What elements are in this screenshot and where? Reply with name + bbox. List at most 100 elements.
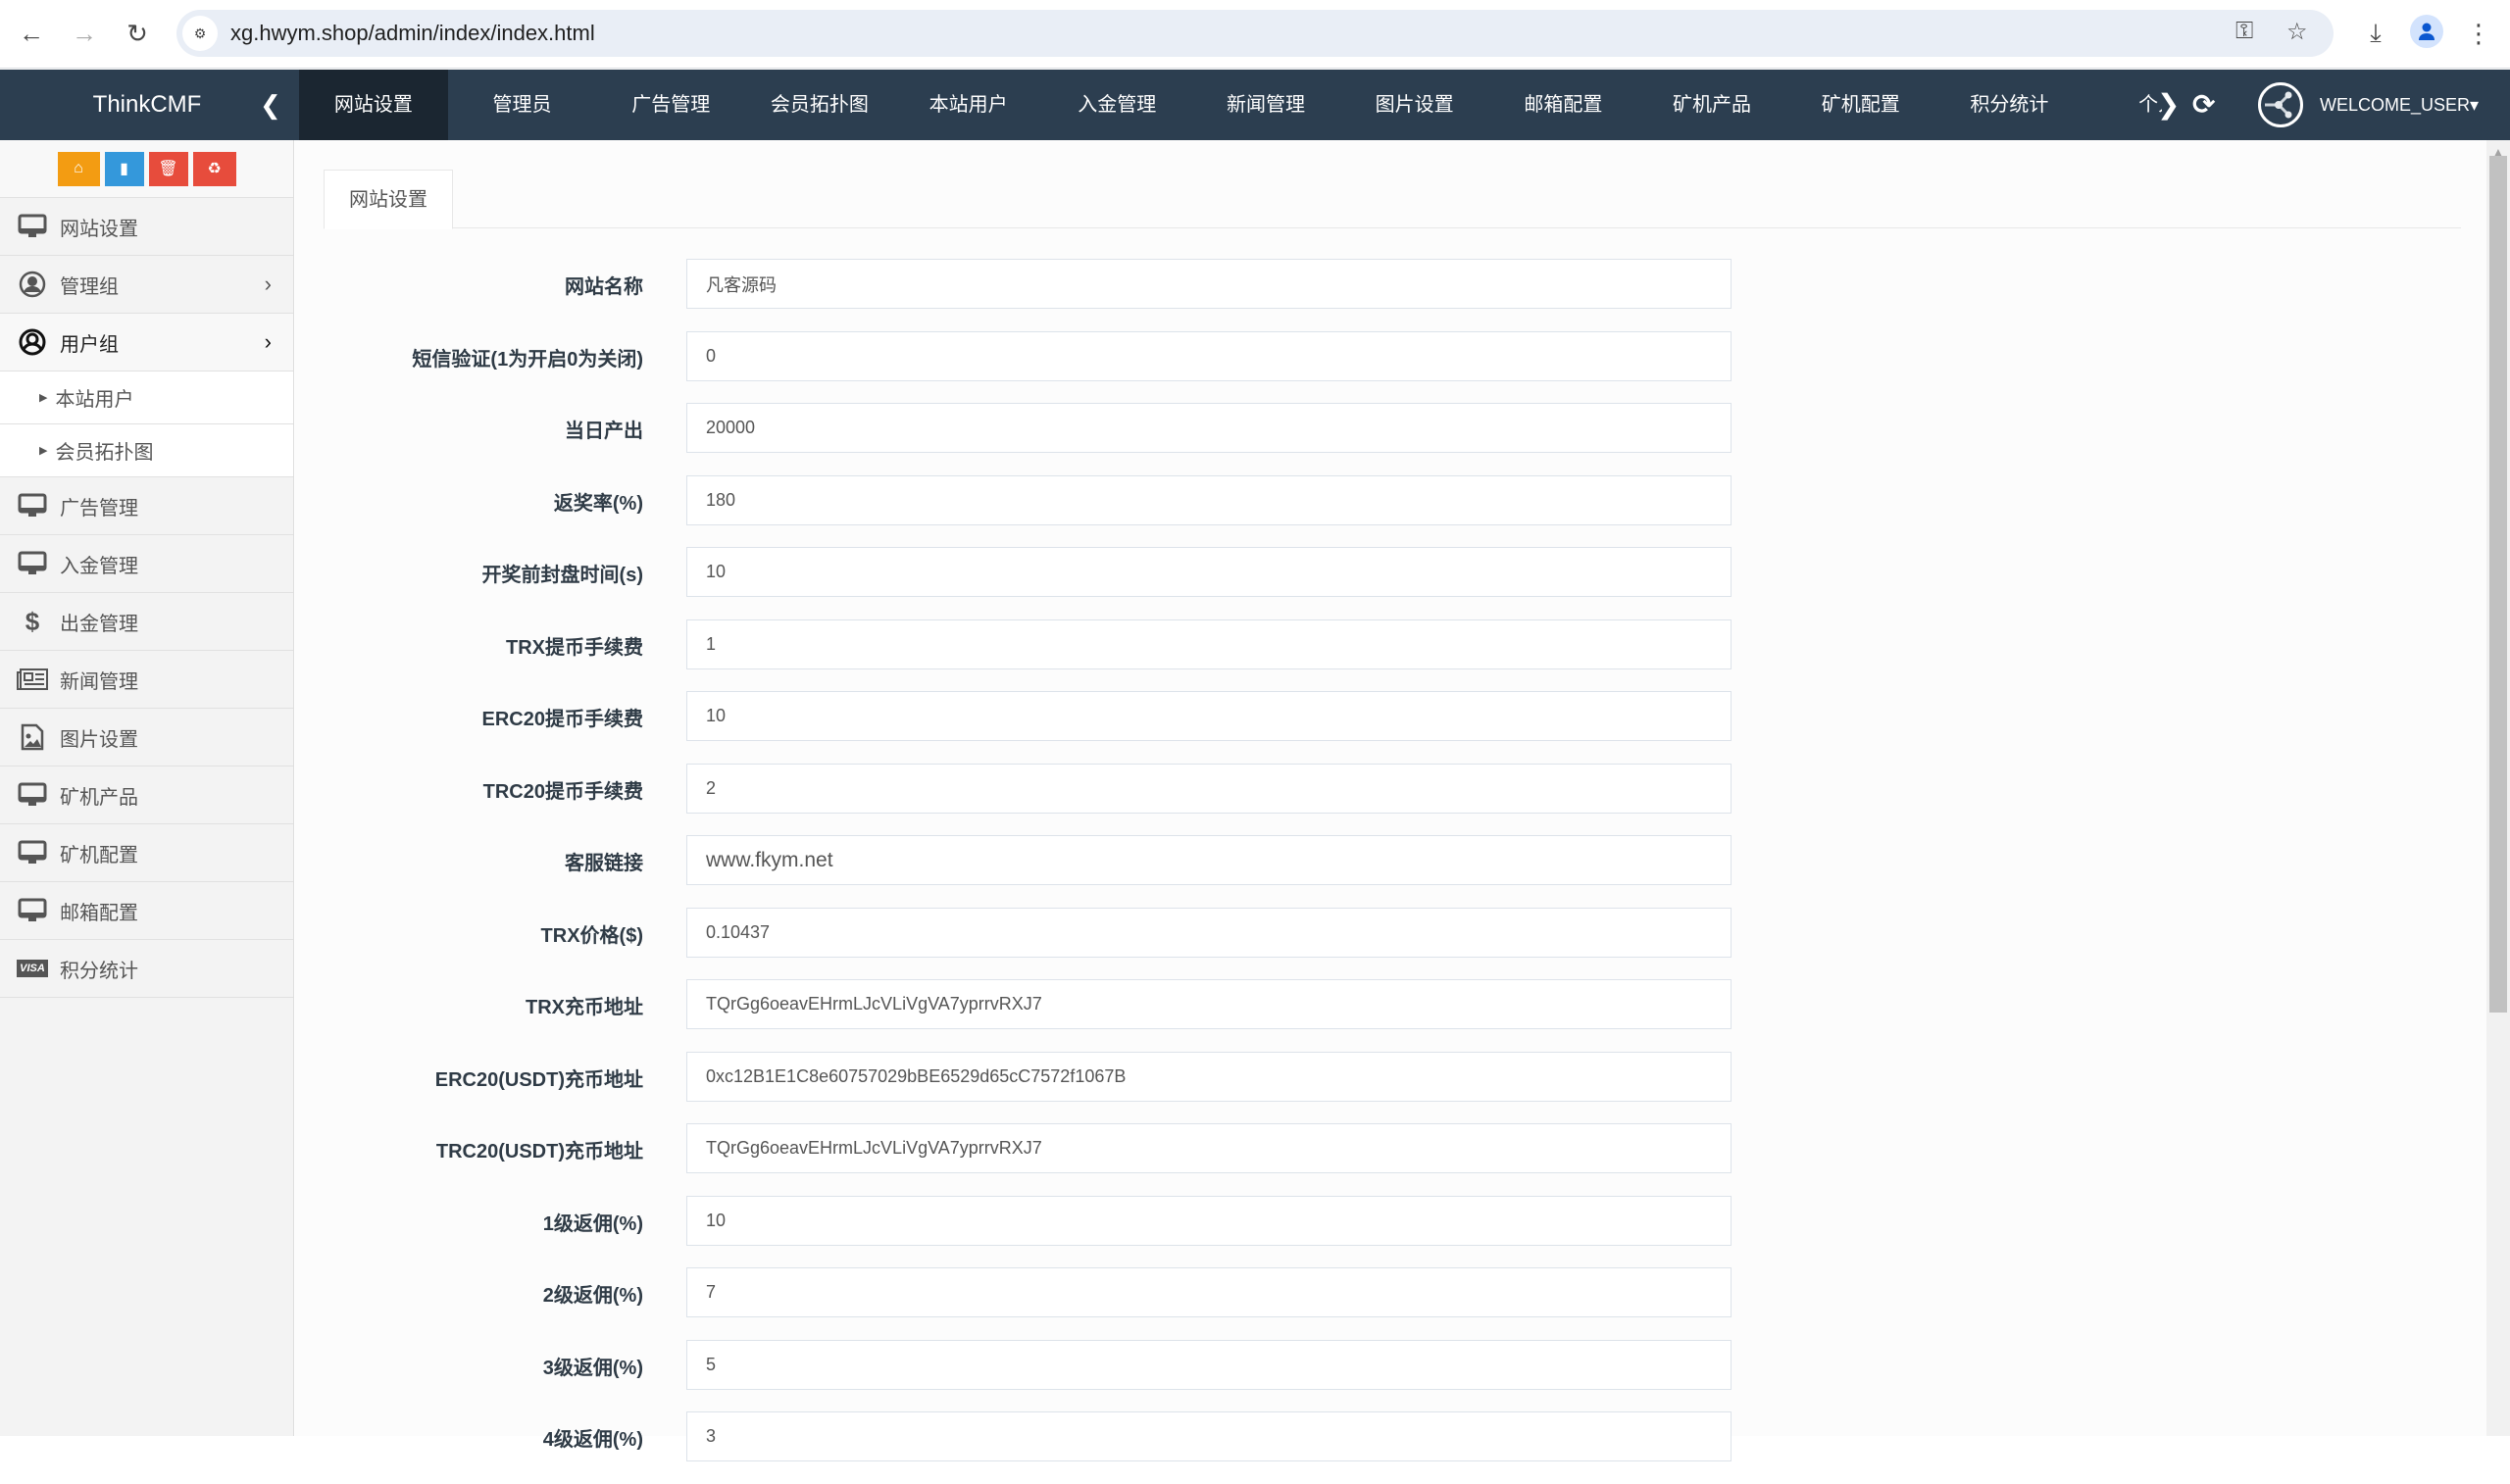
user-menu[interactable]: WELCOME_USER▾ xyxy=(2320,70,2479,140)
reload-icon: ↻ xyxy=(126,18,148,48)
bookmark-star-icon[interactable]: ☆ xyxy=(2286,18,2308,46)
sidebar-subitem[interactable]: ▶ 本站用户 xyxy=(0,371,293,424)
field-input[interactable] xyxy=(686,691,1732,741)
sidebar-subitem[interactable]: ▶ 会员拓扑图 xyxy=(0,424,293,477)
sidebar-item-label: 出金管理 xyxy=(60,613,138,635)
sidebar-item[interactable]: 新闻管理 xyxy=(0,651,293,709)
field-label: 网站名称 xyxy=(565,276,643,298)
sidebar-item[interactable]: 入金管理 xyxy=(0,535,293,593)
content-tabs: 网站设置 xyxy=(324,170,2461,229)
field-label: 4级返佣(%) xyxy=(542,1429,643,1451)
back-button[interactable]: ← xyxy=(12,14,51,53)
main-content: 网站设置 网站名称短信验证(1为开启0为关闭) 当日产出返奖率(%) 开奖前封盘时间… xyxy=(295,140,2486,1461)
sidebar-item[interactable]: 用户组 › xyxy=(0,314,293,371)
sidebar-item-label: 矿机产品 xyxy=(60,786,138,809)
share-network-icon xyxy=(2265,91,2292,119)
field-input[interactable] xyxy=(686,547,1732,597)
field-input[interactable] xyxy=(686,1267,1732,1317)
profile-avatar[interactable] xyxy=(2410,15,2443,48)
field-label: TRX价格($) xyxy=(540,924,643,947)
nav-tab[interactable]: 矿机产品 xyxy=(1637,70,1786,140)
nav-tab[interactable]: 广告管理 xyxy=(596,70,745,140)
field-label: 3级返佣(%) xyxy=(542,1357,643,1379)
url-text[interactable]: xg.hwym.shop/admin/index/index.html xyxy=(230,21,595,46)
field-input[interactable] xyxy=(686,474,1732,525)
sidebar-item[interactable]: 矿机配置 xyxy=(0,824,293,882)
nav-tab[interactable]: 入金管理 xyxy=(1042,70,1191,140)
home-icon: ⌂ xyxy=(74,160,83,176)
file-icon: ▮ xyxy=(120,161,128,177)
field-input[interactable] xyxy=(686,618,1732,669)
field-input[interactable] xyxy=(686,1339,1732,1390)
monitor-icon xyxy=(17,493,48,519)
field-label: 当日产出 xyxy=(565,420,643,442)
nav-tab[interactable]: 矿机配置 xyxy=(1786,70,1935,140)
sidebar-item-label: 入金管理 xyxy=(60,555,138,577)
download-icon[interactable]: ⤓ xyxy=(2356,14,2395,53)
visa-card-icon: VISA xyxy=(17,960,48,977)
person-icon xyxy=(2419,23,2435,40)
field-input[interactable] xyxy=(686,1123,1732,1173)
nav-tab[interactable]: 管理员 xyxy=(448,70,597,140)
field-input[interactable] xyxy=(686,330,1732,381)
field-input[interactable] xyxy=(686,1195,1732,1246)
sidebar-item[interactable]: $ 出金管理 xyxy=(0,593,293,651)
new-file-button[interactable]: ▮ xyxy=(104,151,144,186)
browser-menu-icon[interactable]: ⋮ xyxy=(2459,14,2498,53)
recycle-button[interactable]: ♻ xyxy=(192,151,236,186)
home-button[interactable]: ⌂ xyxy=(57,151,100,186)
nav-tab[interactable]: 邮箱配置 xyxy=(1489,70,1638,140)
field-input[interactable] xyxy=(686,259,1732,309)
top-navbar: ThinkCMF ❮ 网站设置 管理员 广告管理 会员拓扑图 本站用户 入金管理 新闻管理图… xyxy=(0,70,2510,140)
page-scrollbar[interactable]: ▲ xyxy=(2486,140,2510,1436)
reload-button[interactable]: ↻ xyxy=(118,14,157,53)
nav-tab[interactable]: 个人 xyxy=(2083,70,2162,140)
address-bar[interactable]: ⚙ xg.hwym.shop/admin/index/index.html ⚿ … xyxy=(176,10,2334,57)
sidebar-item[interactable]: 网站设置 xyxy=(0,198,293,256)
monitor-icon xyxy=(17,551,48,576)
field-input[interactable] xyxy=(686,1411,1732,1461)
nav-tab[interactable]: 积分统计 xyxy=(1935,70,2084,140)
sidebar-item[interactable]: VISA 积分统计 xyxy=(0,940,293,998)
nav-tab[interactable]: 本站用户 xyxy=(894,70,1043,140)
field-input[interactable] xyxy=(686,403,1732,453)
field-input[interactable] xyxy=(686,907,1732,958)
app-logo[interactable]: ThinkCMF xyxy=(0,70,294,140)
chevron-right-icon: › xyxy=(264,329,272,354)
refresh-icon[interactable]: ⟳ xyxy=(2192,70,2215,140)
sidebar-collapse-icon[interactable]: ❮ xyxy=(260,70,281,140)
field-input[interactable] xyxy=(686,1051,1732,1102)
user-avatar[interactable] xyxy=(2258,82,2303,127)
password-key-icon[interactable]: ⚿ xyxy=(2235,18,2253,45)
image-file-icon xyxy=(17,723,48,751)
field-label: TRC20提币手续费 xyxy=(482,780,643,803)
monitor-icon xyxy=(17,214,48,239)
nav-tab[interactable]: 图片设置 xyxy=(1340,70,1489,140)
scroll-thumb[interactable] xyxy=(2489,156,2507,1013)
field-label: TRC20(USDT)充币地址 xyxy=(435,1141,643,1162)
sidebar-item[interactable]: 图片设置 xyxy=(0,709,293,767)
field-input[interactable] xyxy=(686,979,1732,1029)
sidebar-subitem-label: 会员拓扑图 xyxy=(55,442,154,464)
field-input[interactable] xyxy=(686,763,1732,814)
forward-button[interactable]: → xyxy=(65,14,104,53)
field-input[interactable] xyxy=(686,835,1732,885)
sidebar-item-label: 矿机配置 xyxy=(60,844,138,866)
nav-tab[interactable]: 会员拓扑图 xyxy=(745,70,894,140)
browser-toolbar: ← → ↻ ⚙ xg.hwym.shop/admin/index/index.h… xyxy=(0,0,2510,69)
sidebar-item-label: 邮箱配置 xyxy=(60,902,138,924)
nav-tab[interactable]: 网站设置 xyxy=(299,70,448,140)
nav-tab[interactable]: 新闻管理 xyxy=(1191,70,1340,140)
sidebar-item[interactable]: 邮箱配置 xyxy=(0,882,293,940)
sidebar-item[interactable]: 广告管理 xyxy=(0,477,293,535)
tab-website-settings[interactable]: 网站设置 xyxy=(324,170,453,229)
clear-cache-button[interactable]: 🗑 xyxy=(148,151,188,186)
chevron-right-icon[interactable]: ❯ xyxy=(2157,70,2180,140)
sidebar-item[interactable]: 矿机产品 xyxy=(0,767,293,824)
sidebar-item[interactable]: 管理组 › xyxy=(0,256,293,314)
field-label: 开奖前封盘时间(s) xyxy=(481,565,643,586)
caret-down-icon: ▾ xyxy=(2470,95,2480,115)
site-info-icon[interactable]: ⚙ xyxy=(182,16,218,51)
field-label: TRX充币地址 xyxy=(526,997,643,1018)
monitor-icon xyxy=(17,782,48,808)
